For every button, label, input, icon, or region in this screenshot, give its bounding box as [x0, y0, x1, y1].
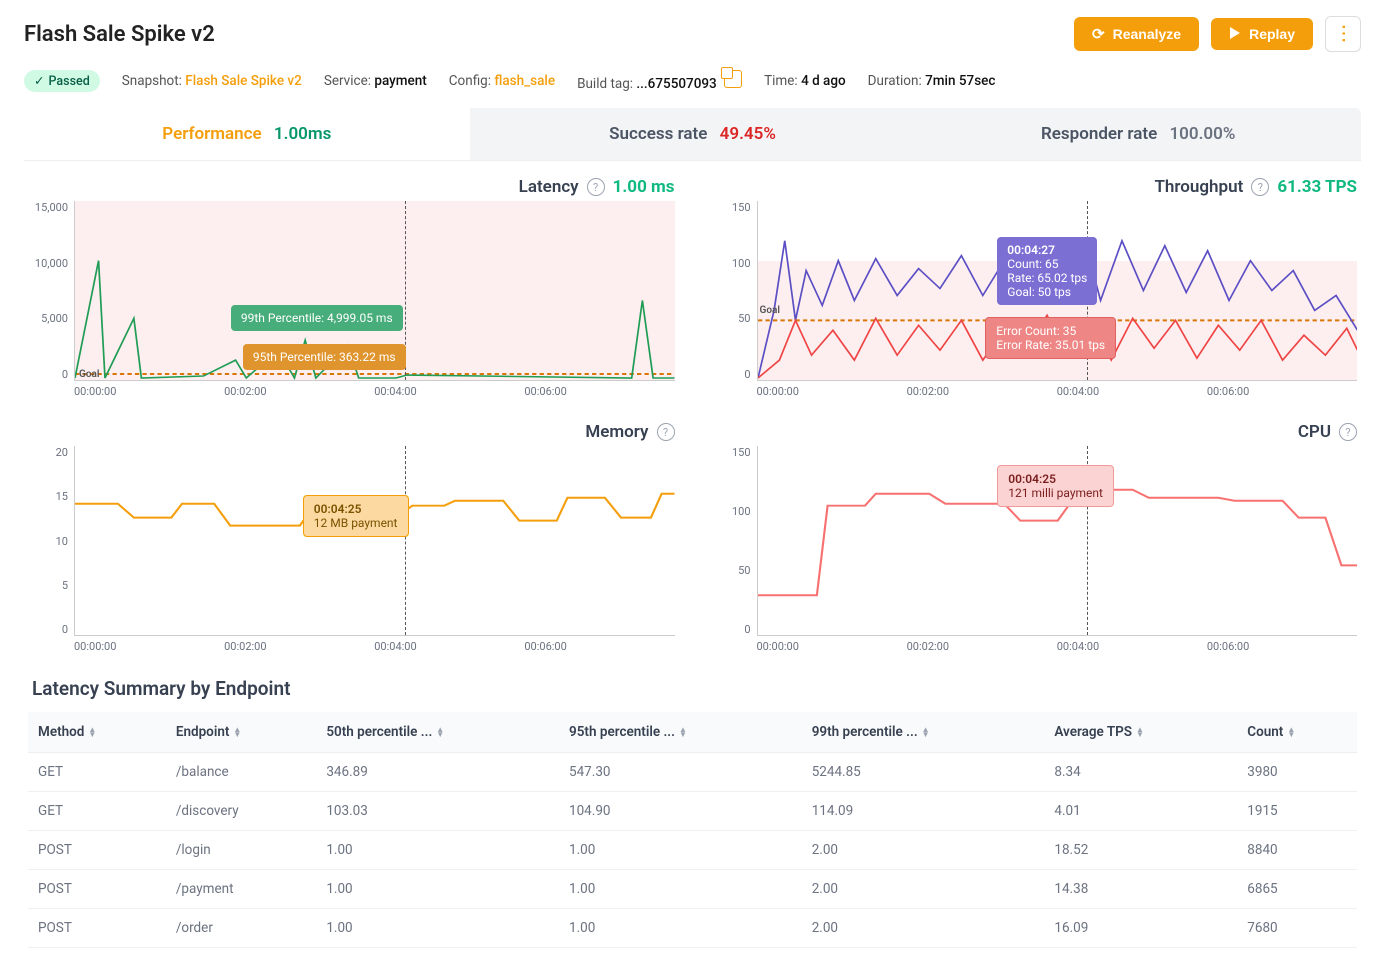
time: Time: 4 d ago [764, 73, 846, 89]
sort-icon: ▲▼ [88, 727, 96, 737]
cursor-line [405, 446, 406, 635]
x-axis: 00:00:00 00:02:00 00:04:00 00:06:00 [711, 385, 1358, 398]
page-title: Flash Sale Spike v2 [24, 22, 215, 47]
chart-metric: 61.33 TPS [1277, 177, 1357, 197]
more-button[interactable]: ⋯ [1325, 16, 1361, 52]
sort-icon: ▲▼ [679, 727, 687, 737]
chart-title: Memory [585, 422, 648, 442]
tooltip-99p: 99th Percentile: 4,999.05 ms [231, 305, 403, 331]
help-icon[interactable]: ? [587, 178, 605, 196]
sort-icon: ▲▼ [922, 727, 930, 737]
plot-area: 99th Percentile: 4,999.05 ms 95th Percen… [74, 201, 675, 381]
y-axis: 150 100 50 0 [711, 201, 757, 381]
table-row[interactable]: GET/balance346.89547.305244.858.343980 [28, 753, 1357, 792]
tooltip-95p: 95th Percentile: 363.22 ms [243, 344, 406, 370]
x-axis: 00:00:00 00:02:00 00:04:00 00:06:00 [711, 640, 1358, 653]
status-badge: ✓ Passed [24, 70, 100, 92]
meta-bar: ✓ Passed Snapshot: Flash Sale Spike v2 S… [24, 70, 1361, 92]
copy-icon[interactable] [724, 70, 742, 88]
chart-memory: Memory ? 20 15 10 5 0 00:04:25 12 MB pay… [28, 422, 675, 653]
help-icon[interactable]: ? [657, 423, 675, 441]
reanalyze-button[interactable]: ⟳ Reanalyze [1074, 17, 1199, 51]
goal-label: Goal [760, 305, 780, 316]
col-count[interactable]: Count▲▼ [1237, 712, 1357, 753]
y-axis: 20 15 10 5 0 [28, 446, 74, 636]
refresh-icon: ⟳ [1092, 25, 1105, 43]
table-row[interactable]: POST/login1.001.002.0018.528840 [28, 831, 1357, 870]
tooltip-err: Error Count: 35 Error Rate: 35.01 tps [985, 317, 1116, 359]
y-axis: 15,000 10,000 5,000 0 [28, 201, 74, 381]
tooltip-cpu: 00:04:25 121 milli payment [997, 465, 1114, 507]
reanalyze-label: Reanalyze [1113, 26, 1181, 42]
table-header-row: Method▲▼ Endpoint▲▼ 50th percentile ...▲… [28, 712, 1357, 753]
tab-success-rate[interactable]: Success rate 49.45% [470, 108, 916, 160]
plot[interactable]: 150 100 50 0 00:04:27 Count: 65 Rate: 65… [711, 201, 1358, 381]
config: Config: flash_sale [449, 73, 555, 89]
service: Service: payment [324, 73, 427, 89]
latency-table: Method▲▼ Endpoint▲▼ 50th percentile ...▲… [28, 712, 1357, 948]
plot[interactable]: 20 15 10 5 0 00:04:25 12 MB payment [28, 446, 675, 636]
sort-icon: ▲▼ [1136, 727, 1144, 737]
col-method[interactable]: Method▲▼ [28, 712, 166, 753]
build-tag: Build tag: ...675507093 [577, 70, 742, 92]
plot-area: 00:04:25 121 milli payment [757, 446, 1358, 636]
tab-strip: Performance 1.00ms Success rate 49.45% R… [24, 108, 1361, 161]
config-link[interactable]: flash_sale [494, 73, 555, 89]
col-p99[interactable]: 99th percentile ...▲▼ [802, 712, 1045, 753]
x-axis: 00:00:00 00:02:00 00:04:00 00:06:00 [28, 385, 675, 398]
plot-area: 00:04:25 12 MB payment [74, 446, 675, 636]
sort-icon: ▲▼ [436, 727, 444, 737]
chart-title: Throughput [1154, 177, 1243, 197]
top-bar: Flash Sale Spike v2 ⟳ Reanalyze Replay ⋯ [24, 16, 1361, 52]
table-body: GET/balance346.89547.305244.858.343980GE… [28, 753, 1357, 948]
chart-title: Latency [519, 177, 579, 197]
top-actions: ⟳ Reanalyze Replay ⋯ [1074, 16, 1361, 52]
plot-area: 00:04:27 Count: 65 Rate: 65.02 tps Goal:… [757, 201, 1358, 381]
plot[interactable]: 15,000 10,000 5,000 0 99th Percentile: 4… [28, 201, 675, 381]
table-row[interactable]: POST/order1.001.002.0016.097680 [28, 909, 1357, 948]
x-axis: 00:00:00 00:02:00 00:04:00 00:06:00 [28, 640, 675, 653]
chart-grid: Latency ? 1.00 ms 15,000 10,000 5,000 0 … [28, 177, 1357, 653]
col-p50[interactable]: 50th percentile ...▲▼ [316, 712, 559, 753]
col-endpoint[interactable]: Endpoint▲▼ [166, 712, 316, 753]
snapshot: Snapshot: Flash Sale Spike v2 [122, 73, 302, 89]
chart-cpu: CPU ? 150 100 50 0 00:04:25 121 milli pa… [711, 422, 1358, 653]
chart-throughput: Throughput ? 61.33 TPS 150 100 50 0 0 [711, 177, 1358, 398]
duration: Duration: 7min 57sec [868, 73, 996, 89]
snapshot-link[interactable]: Flash Sale Spike v2 [185, 73, 302, 89]
table-row[interactable]: GET/discovery103.03104.90114.094.011915 [28, 792, 1357, 831]
chart-latency: Latency ? 1.00 ms 15,000 10,000 5,000 0 … [28, 177, 675, 398]
chart-metric: 1.00 ms [613, 177, 675, 197]
tooltip-memory: 00:04:25 12 MB payment [303, 495, 409, 537]
content: Latency ? 1.00 ms 15,000 10,000 5,000 0 … [24, 161, 1361, 964]
y-axis: 150 100 50 0 [711, 446, 757, 636]
replay-button[interactable]: Replay [1211, 18, 1313, 50]
table-row[interactable]: POST/payment1.001.002.0014.386865 [28, 870, 1357, 909]
goal-label: Goal [79, 369, 99, 380]
check-icon: ✓ [34, 73, 44, 89]
help-icon[interactable]: ? [1339, 423, 1357, 441]
chart-title: CPU [1298, 422, 1331, 442]
more-icon: ⋯ [1338, 24, 1348, 45]
sort-icon: ▲▼ [233, 727, 241, 737]
col-tps[interactable]: Average TPS▲▼ [1044, 712, 1237, 753]
tab-performance[interactable]: Performance 1.00ms [24, 108, 470, 160]
table-title: Latency Summary by Endpoint [28, 677, 1357, 700]
play-icon [1229, 26, 1241, 42]
replay-label: Replay [1249, 26, 1295, 42]
plot[interactable]: 150 100 50 0 00:04:25 121 milli payment [711, 446, 1358, 636]
col-p95[interactable]: 95th percentile ...▲▼ [559, 712, 802, 753]
help-icon[interactable]: ? [1251, 178, 1269, 196]
tab-responder-rate[interactable]: Responder rate 100.00% [915, 108, 1361, 160]
sort-icon: ▲▼ [1287, 727, 1295, 737]
tooltip-rate: 00:04:27 Count: 65 Rate: 65.02 tps Goal:… [997, 237, 1097, 305]
status-label: Passed [48, 74, 89, 89]
